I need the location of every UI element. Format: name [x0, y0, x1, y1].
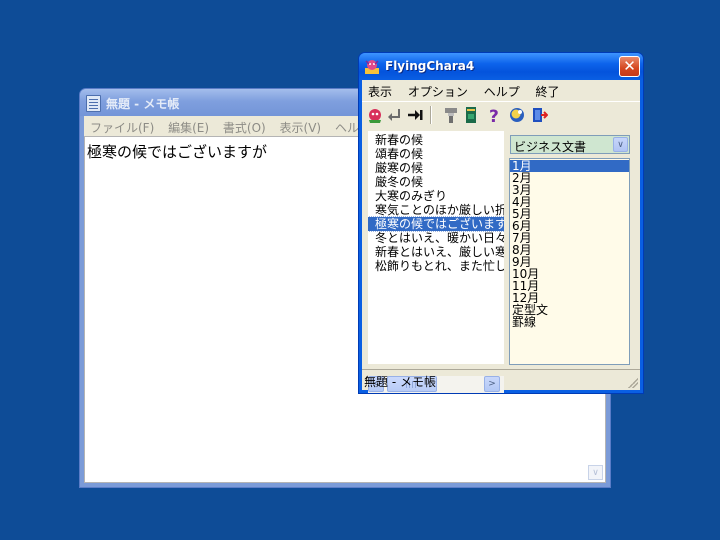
toolbar: ?: [362, 101, 640, 128]
phrase-list-item[interactable]: 新春とはいえ、厳しい寒: [368, 245, 504, 259]
notepad-menu-file[interactable]: ファイル(F): [84, 116, 154, 136]
flyingchara-window[interactable]: FlyingChara4 ✕ 表示 オプション ヘルプ 終了 ? 新春の候 頌春…: [358, 52, 644, 394]
phrase-list[interactable]: 新春の候 頌春の候 厳寒の候 厳冬の候 大寒のみぎり 寒気ことのほか厳しい折 極寒の候ではご…: [368, 131, 504, 364]
phrase-list-item[interactable]: 新春の候: [368, 133, 504, 147]
phrase-list-item[interactable]: 厳寒の候: [368, 161, 504, 175]
month-list[interactable]: 1月 2月 3月 4月 5月 6月 7月 8月 9月 10月 11月 12月 定型文 罫線: [509, 158, 630, 365]
notepad-title: 無題 - メモ帳: [106, 97, 180, 111]
help-icon[interactable]: ?: [486, 106, 504, 124]
return-icon[interactable]: [386, 106, 404, 124]
svg-text:?: ?: [489, 107, 499, 124]
tab-icon[interactable]: [406, 106, 424, 124]
phrase-list-item[interactable]: 頌春の候: [368, 147, 504, 161]
resize-grip-icon[interactable]: [628, 378, 638, 388]
menu-view[interactable]: 表示: [362, 80, 398, 100]
notepad-icon: [86, 95, 101, 112]
status-text: 無題 - メモ帳: [364, 375, 436, 389]
menu-help[interactable]: ヘルプ: [478, 80, 526, 100]
notepad-menu-format[interactable]: 書式(O): [217, 116, 266, 136]
flyingchara-title: FlyingChara4: [385, 59, 475, 73]
phrase-list-item[interactable]: 冬とはいえ、暖かい日々: [368, 231, 504, 245]
notepad-menu-view[interactable]: 表示(V): [274, 116, 322, 136]
chara-icon[interactable]: [366, 106, 384, 124]
flyingchara-titlebar[interactable]: FlyingChara4 ✕: [359, 53, 643, 80]
book-icon[interactable]: [462, 106, 480, 124]
flyingchara-menubar: 表示 オプション ヘルプ 終了: [362, 80, 640, 100]
notepad-menu-edit[interactable]: 編集(E): [162, 116, 209, 136]
statusbar: 無題 - メモ帳: [362, 369, 640, 390]
phrase-list-item[interactable]: 松飾りもとれ、また忙しい: [368, 259, 504, 273]
menu-exit[interactable]: 終了: [530, 80, 566, 100]
scroll-down-arrow[interactable]: ∨: [588, 465, 603, 480]
category-value: ビジネス文書: [514, 140, 587, 154]
phrase-list-item[interactable]: 極寒の候ではございますが: [368, 216, 504, 232]
exit-icon[interactable]: [530, 106, 548, 124]
toolbar-separator: [430, 106, 432, 124]
category-select[interactable]: ビジネス文書 ∨: [510, 135, 630, 154]
flyingchara-body: 表示 オプション ヘルプ 終了 ? 新春の候 頌春の候 厳寒の候 厳冬の候 大寒…: [362, 80, 640, 393]
stamp-icon[interactable]: [442, 106, 460, 124]
phrase-list-item[interactable]: 寒気ことのほか厳しい折: [368, 203, 504, 217]
notepad-text: 極寒の候ではございますが: [87, 143, 268, 161]
close-button[interactable]: ✕: [619, 56, 640, 77]
phrase-list-item[interactable]: 厳冬の候: [368, 175, 504, 189]
phrase-list-item[interactable]: 大寒のみぎり: [368, 189, 504, 203]
menu-options[interactable]: オプション: [402, 80, 474, 100]
balloon-icon[interactable]: [508, 106, 526, 124]
chevron-down-icon[interactable]: ∨: [613, 137, 628, 152]
app-icon: [365, 60, 379, 74]
month-list-item[interactable]: 罫線: [510, 316, 629, 328]
